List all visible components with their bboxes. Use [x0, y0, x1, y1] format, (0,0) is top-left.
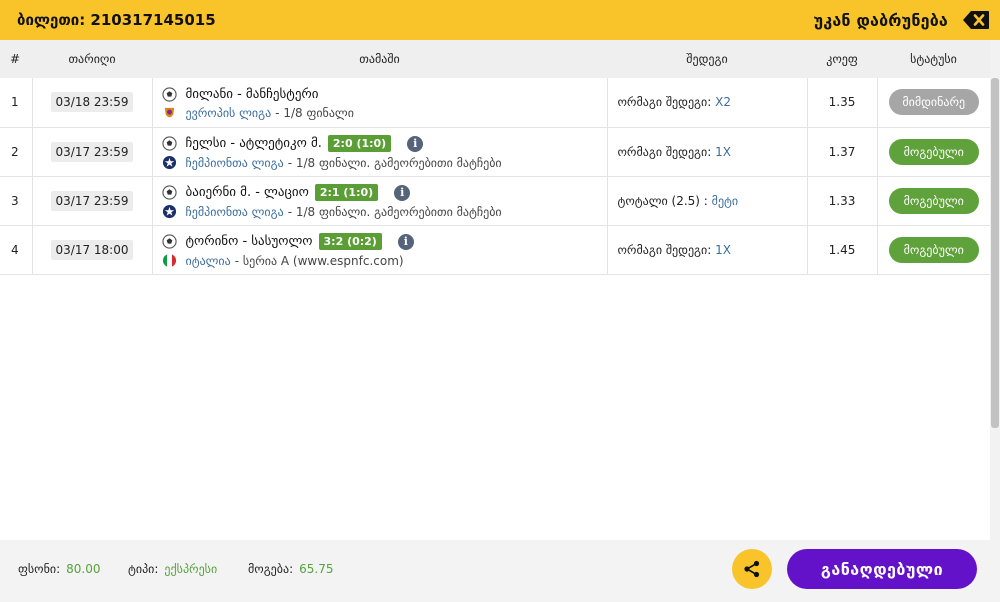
match-date: 03/17 23:59: [50, 141, 134, 162]
bet-ticket-page: ბილეთი: 210317145015 უკან დაბრუნება # თა…: [0, 0, 1000, 602]
stake-value: 80.00: [66, 562, 101, 576]
game-cell: ბაიერნი მ. - ლაციო 2:1 (1:0) i ჩემპიონთა…: [152, 176, 608, 225]
match-date: 03/17 23:59: [50, 190, 134, 211]
info-icon[interactable]: i: [394, 184, 411, 201]
info-icon[interactable]: i: [407, 135, 424, 152]
football-icon: [161, 136, 177, 151]
match-score: 3:2 (0:2): [318, 233, 382, 250]
game-cell: ჩელსი - ატლეტიკო მ. 2:0 (1:0) i ჩემპიონთ…: [152, 127, 608, 176]
status-badge: მოგებული: [888, 236, 979, 263]
league-name[interactable]: ჩემპიონთა ლიგა: [186, 205, 284, 219]
league-round: - სერია A (www.espnfc.com): [234, 253, 404, 268]
table-row: 2 03/17 23:59 ჩელსი - ატლეტიკო მ. 2:0 (1…: [0, 127, 990, 176]
market-pick: 1X: [715, 144, 731, 159]
market-name: ორმაგი შედეგი:: [617, 95, 712, 110]
status-badge: მიმდინარე: [888, 89, 979, 116]
col-header-status: სტატუსი: [910, 52, 957, 66]
match-teams[interactable]: მილანი - მანჩესტერი: [186, 87, 319, 102]
info-icon[interactable]: i: [397, 233, 414, 250]
status-badge: მოგებული: [888, 187, 979, 214]
stake-info: ფსონი: 80.00: [18, 562, 101, 576]
champions-league-icon: [162, 155, 176, 170]
bet-type-label: ტიპი:: [128, 562, 159, 576]
italy-flag-icon: [162, 253, 176, 268]
market-pick: 1X: [715, 242, 731, 257]
bets-table: # თარიღი თამაში შედეგი კოეფ სტატუსი 1 03…: [0, 40, 990, 275]
col-header-odds: კოეფ: [826, 52, 858, 66]
ticket-footer: ფსონი: 80.00 ტიპი: ექსპრესი მოგება: 65.75 გ…: [0, 540, 1000, 602]
market-pick: მეტი: [711, 193, 739, 208]
row-number: 4: [0, 225, 33, 274]
champions-league-icon: [162, 204, 176, 219]
match-score: 2:0 (1:0): [327, 135, 392, 152]
league-name[interactable]: იტალია: [186, 254, 231, 268]
market-name: ტოტალი (2.5) :: [617, 193, 708, 208]
backspace-close-icon: [963, 11, 989, 29]
ticket-id-label: ბილეთი: 210317145015: [17, 11, 216, 29]
match-date: 03/18 23:59: [50, 92, 134, 113]
row-number: 1: [0, 78, 33, 127]
odds-value: 1.35: [807, 78, 878, 127]
win-label: მოგება:: [248, 562, 294, 576]
col-header-game: თამაში: [359, 52, 400, 66]
cashed-out-button[interactable]: განაღდებული: [787, 549, 977, 589]
ticket-header: ბილეთი: 210317145015 უკან დაბრუნება: [0, 0, 1000, 40]
football-icon: [161, 234, 177, 249]
row-number: 2: [0, 127, 33, 176]
col-header-date: თარიღი: [68, 52, 116, 66]
result-cell: ტოტალი (2.5) : მეტი: [607, 176, 808, 225]
league-round: - 1/8 ფინალი. გამეორებითი მატჩები: [287, 204, 502, 219]
share-icon: [744, 560, 760, 578]
win-value: 65.75: [299, 562, 334, 576]
table-row: 1 03/18 23:59 მილანი - მანჩესტერი ევროპი…: [0, 78, 990, 127]
col-header-number: #: [10, 52, 21, 66]
stake-label: ფსონი:: [18, 562, 61, 576]
odds-value: 1.37: [807, 127, 878, 176]
result-cell: ორმაგი შედეგი: 1X: [607, 127, 808, 176]
europa-league-icon: [164, 107, 174, 117]
league-name[interactable]: ჩემპიონთა ლიგა: [186, 156, 284, 170]
odds-value: 1.45: [807, 225, 878, 274]
match-score: 2:1 (1:0): [314, 184, 379, 201]
market-name: ორმაგი შედეგი:: [617, 144, 712, 159]
col-header-result: შედეგი: [686, 52, 728, 66]
league-round: - 1/8 ფინალი: [275, 106, 354, 121]
table-row: 3 03/17 23:59 ბაიერნი მ. - ლაციო 2:1 (1:…: [0, 176, 990, 225]
match-teams[interactable]: ტორინო - სასუოლო: [186, 234, 313, 249]
football-icon: [161, 185, 177, 200]
bet-type-info: ტიპი: ექსპრესი: [128, 562, 217, 576]
result-cell: ორმაგი შედეგი: 1X: [607, 225, 808, 274]
table-row: 4 03/17 18:00 ტორინო - სასუოლო 3:2 (0:2)…: [0, 225, 990, 274]
football-icon: [161, 87, 177, 102]
market-name: ორმაგი შედეგი:: [617, 242, 712, 257]
back-label: უკან დაბრუნება: [813, 10, 948, 30]
status-badge: მოგებული: [888, 138, 979, 165]
share-button[interactable]: [732, 549, 772, 589]
market-pick: X2: [715, 95, 731, 110]
league-name[interactable]: ევროპის ლიგა: [186, 106, 272, 120]
win-info: მოგება: 65.75: [248, 562, 333, 576]
league-round: - 1/8 ფინალი. გამეორებითი მატჩები: [287, 155, 502, 170]
scrollbar-thumb[interactable]: [991, 78, 999, 428]
bet-type-value: ექსპრესი: [164, 562, 218, 576]
game-cell: ტორინო - სასუოლო 3:2 (0:2) i იტალია - სე…: [152, 225, 608, 274]
row-number: 3: [0, 176, 33, 225]
match-teams[interactable]: ჩელსი - ატლეტიკო მ.: [186, 136, 322, 151]
result-cell: ორმაგი შედეგი: X2: [607, 78, 808, 127]
back-button[interactable]: უკან დაბრუნება: [814, 10, 990, 30]
table-header-row: # თარიღი თამაში შედეგი კოეფ სტატუსი: [0, 40, 990, 78]
match-teams[interactable]: ბაიერნი მ. - ლაციო: [186, 185, 309, 200]
match-date: 03/17 18:00: [50, 239, 134, 260]
game-cell: მილანი - მანჩესტერი ევროპის ლიგა - 1/8 ფ…: [152, 78, 608, 127]
odds-value: 1.33: [807, 176, 878, 225]
